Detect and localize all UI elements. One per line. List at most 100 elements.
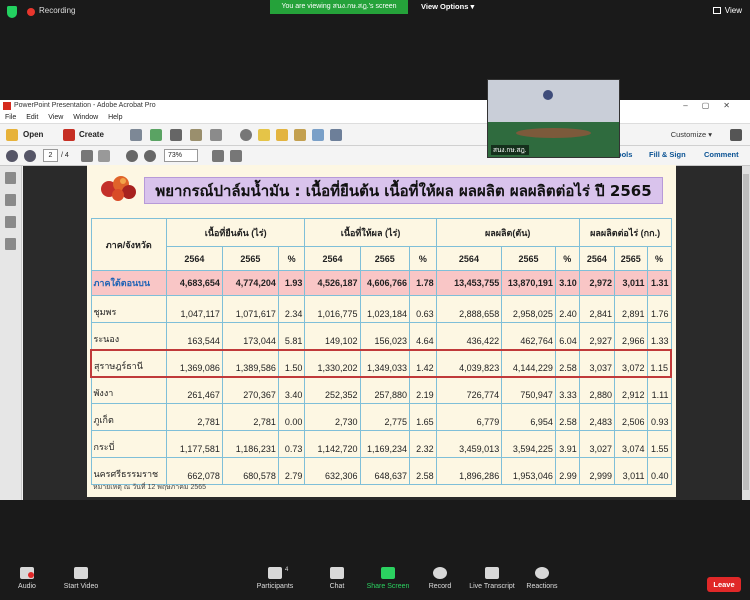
page-total: / 4 [61,152,69,159]
pages-icon[interactable] [5,172,16,184]
table-cell: 4,774,204 [221,270,279,296]
email-icon[interactable] [210,129,222,141]
view-label: View [724,6,742,15]
table-cell: 1.15 [646,348,672,378]
select-cursor-icon[interactable] [81,150,93,162]
table-cell: 1,177,581 [165,430,223,458]
page-up-icon[interactable] [6,150,18,162]
table-cell: 1.31 [646,270,672,296]
attach-icon[interactable] [312,129,324,141]
folder-icon[interactable] [6,129,18,141]
vertical-scrollbar[interactable] [742,166,750,500]
sign-icon[interactable] [330,129,342,141]
table-cell: 2,483 [578,403,615,431]
gear-icon[interactable] [240,129,252,141]
menu-view[interactable]: View [48,114,63,121]
table-row: ระนอง 163,544 173,044 5.81 149,102 156,0… [90,322,672,350]
open-button[interactable]: Open [23,129,43,141]
scroll-thumb[interactable] [743,174,749,490]
participant-video-tile[interactable]: สนง.กษ.สฎ. [487,79,620,158]
fill-sign-tab[interactable]: Fill & Sign [649,150,686,159]
table-row: พังงา 261,467 270,367 3.40 252,352 257,8… [90,376,672,404]
view-icon [712,7,721,14]
comment-icon[interactable] [258,129,270,141]
menu-file[interactable]: File [5,114,16,121]
menu-window[interactable]: Window [73,114,98,121]
table-cell: 2,730 [304,403,361,431]
fit-page-icon[interactable] [212,150,224,162]
participants-button[interactable]: Participants 4 [252,567,298,590]
create-button[interactable]: Create [79,129,104,141]
table-cell: 1,047,117 [165,295,223,323]
header-year-2565: 2565 [359,246,411,271]
table-cell: 173,044 [221,322,279,350]
table-row-highlighted: สุราษฎร์ธานี 1,369,086 1,389,586 1.50 1,… [89,348,672,378]
create-icon[interactable] [63,129,75,141]
share-screen-button[interactable]: Share Screen [365,567,411,590]
zoom-level-select[interactable]: 73% [164,149,198,162]
window-title: PowerPoint Presentation - Adobe Acrobat … [14,102,156,109]
stamp-icon[interactable] [276,129,288,141]
table-cell: 648,637 [359,457,411,485]
signature-icon[interactable] [5,216,16,228]
table-cell: 163,544 [165,322,223,350]
menu-edit[interactable]: Edit [26,114,38,121]
header-yield: ผลผลิตต่อไร่ (กก.) [578,218,672,247]
table-cell: 2.40 [554,295,580,323]
zoom-out-icon[interactable] [126,150,138,162]
table-cell: 2.99 [554,457,580,485]
record-icon [27,8,35,16]
participants-icon [268,567,282,579]
table-cell: 462,764 [501,322,556,350]
view-options-button[interactable]: View Options ▾ [421,0,474,14]
table-cell: 2.58 [554,348,580,378]
table-cell: 1,389,586 [221,348,279,378]
header-year-2565: 2565 [221,246,279,271]
table-cell: 1,169,234 [359,430,411,458]
attachments-icon[interactable] [5,238,16,250]
zoom-in-icon[interactable] [144,150,156,162]
record-label: Record [428,583,452,590]
table-cell: 3.91 [554,430,580,458]
expand-icon[interactable] [730,129,742,141]
leave-button[interactable]: Leave [707,577,741,592]
window-controls[interactable]: –▢✕ [683,100,744,112]
palm-fruit-image [101,176,136,201]
live-transcript-button[interactable]: Live Transcript [467,567,517,590]
record-button[interactable]: Record [427,567,453,590]
page-number-input[interactable]: 2 [43,149,58,162]
table-cell: 4,144,229 [501,348,556,378]
customize-button[interactable]: Customize ▾ [671,130,712,139]
start-video-button[interactable]: Start Video [60,567,102,590]
table-cell: 436,422 [435,322,503,350]
menu-help[interactable]: Help [108,114,122,121]
table-cell: 3,459,013 [435,430,503,458]
bookmark-icon[interactable] [5,194,16,206]
table-cell: 1,142,720 [304,430,361,458]
header-pct: % [277,246,306,271]
table-cell: 2,775 [359,403,411,431]
view-button[interactable]: View [712,6,742,15]
table-cell: 0.63 [409,295,437,323]
chat-button[interactable]: Chat [326,567,348,590]
table-cell: 750,947 [501,376,556,404]
hand-icon[interactable] [98,150,110,162]
province-cell: กระบี่ [90,430,167,458]
save-icon[interactable] [130,129,142,141]
page-down-icon[interactable] [24,150,36,162]
table-cell: 1.93 [277,270,306,296]
table-cell: 1.50 [277,348,306,378]
fullscreen-icon[interactable] [230,150,242,162]
edit-icon[interactable] [190,129,202,141]
table-cell: 1,896,286 [435,457,503,485]
reactions-button[interactable]: Reactions [525,567,559,590]
cloud-icon[interactable] [150,129,162,141]
table-row: นครศรีธรรมราช 662,078 680,578 2.79 632,3… [90,457,672,485]
comment-tab[interactable]: Comment [704,150,739,159]
audio-button[interactable]: Audio [14,567,40,590]
zoom-bottom-toolbar: Audio Start Video Participants 4 Chat Sha… [0,565,750,600]
shield-icon[interactable] [7,6,17,18]
highlight-icon[interactable] [294,129,306,141]
header-region: ภาค/จังหวัด [90,218,167,271]
print-icon[interactable] [170,129,182,141]
